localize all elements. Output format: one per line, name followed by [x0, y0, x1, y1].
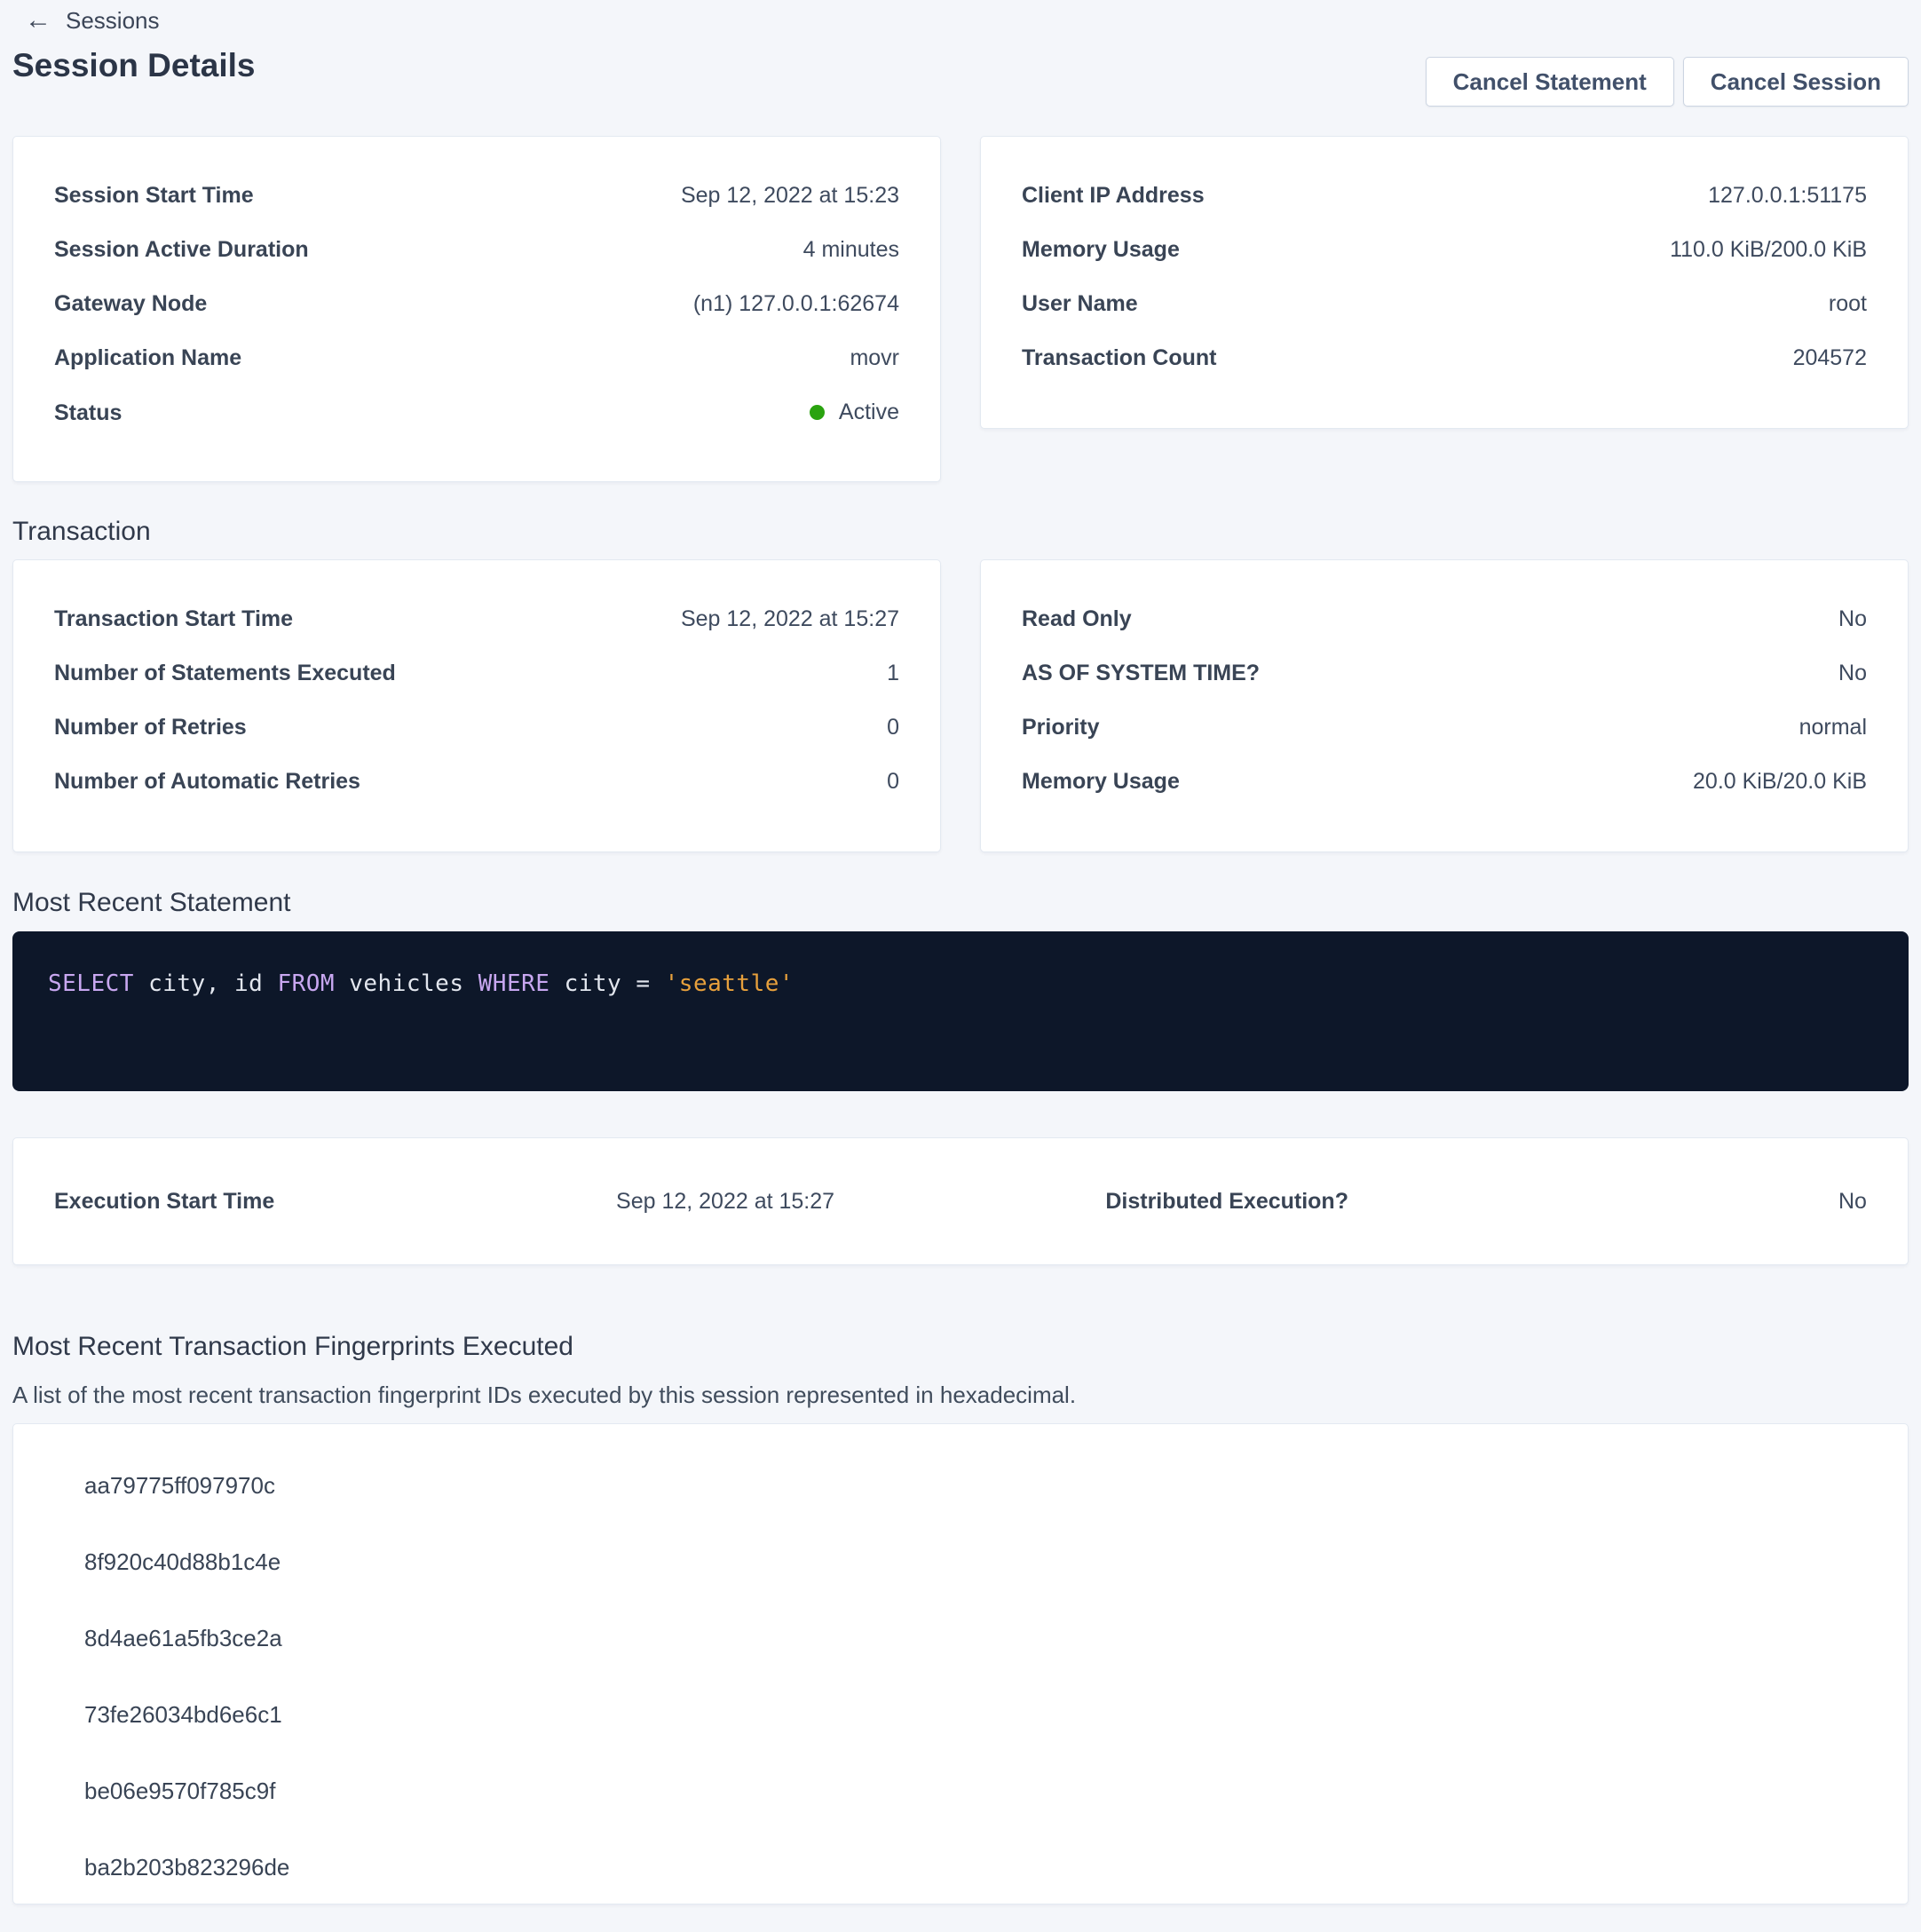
transaction-card-left: Transaction Start Time Sep 12, 2022 at 1…	[12, 559, 941, 852]
sql-statement-text: SELECT city, id FROM vehicles WHERE city…	[48, 969, 1873, 999]
sql-keyword: FROM	[277, 970, 335, 997]
summary-label: Session Start Time	[54, 183, 254, 209]
summary-label: Transaction Count	[1022, 345, 1216, 371]
summary-row: Status Active	[54, 400, 899, 426]
fingerprints-heading: Most Recent Transaction Fingerprints Exe…	[12, 1330, 1909, 1364]
summary-row: Number of Statements Executed 1	[54, 661, 899, 686]
fingerprint-row: aa79775ff097970c	[54, 1447, 1867, 1524]
summary-value: 127.0.0.1:51175	[1708, 183, 1867, 209]
execution-summary-card: Execution Start Time Sep 12, 2022 at 15:…	[12, 1137, 1909, 1265]
sql-text: vehicles	[335, 970, 478, 997]
session-summary-card-left: Session Start Time Sep 12, 2022 at 15:23…	[12, 136, 941, 482]
transaction-section-heading: Transaction	[12, 515, 1909, 549]
summary-row: Transaction Start Time Sep 12, 2022 at 1…	[54, 606, 899, 632]
summary-value: 204572	[1793, 345, 1867, 371]
status-badge: Active	[810, 400, 899, 425]
summary-row: Memory Usage 110.0 KiB/200.0 KiB	[1022, 237, 1867, 263]
summary-row: Priority normal	[1022, 715, 1867, 740]
summary-row: Session Active Duration 4 minutes	[54, 237, 899, 263]
fingerprints-card: aa79775ff097970c 8f920c40d88b1c4e 8d4ae6…	[12, 1423, 1909, 1904]
summary-value: 1	[887, 661, 899, 686]
summary-label: Transaction Start Time	[54, 606, 293, 632]
transaction-card-right: Read Only No AS OF SYSTEM TIME? No Prior…	[980, 559, 1909, 852]
summary-label: Number of Automatic Retries	[54, 769, 360, 795]
sql-string-literal: 'seattle'	[665, 970, 794, 997]
summary-value: Sep 12, 2022 at 15:23	[681, 183, 899, 209]
summary-value: No	[1838, 606, 1867, 632]
fingerprint-id: 8f920c40d88b1c4e	[84, 1548, 281, 1576]
sql-statement-box: SELECT city, id FROM vehicles WHERE city…	[12, 931, 1909, 1091]
fingerprint-id: aa79775ff097970c	[84, 1472, 275, 1500]
summary-label: User Name	[1022, 291, 1138, 317]
summary-label: Status	[54, 400, 122, 426]
summary-row: Number of Retries 0	[54, 715, 899, 740]
summary-label: Read Only	[1022, 606, 1132, 632]
header-actions: Cancel Statement Cancel Session	[1426, 57, 1909, 107]
back-arrow-icon: ←	[25, 7, 51, 34]
summary-label: Memory Usage	[1022, 237, 1180, 263]
fingerprint-row: 8f920c40d88b1c4e	[54, 1524, 1867, 1600]
cancel-statement-button[interactable]: Cancel Statement	[1426, 57, 1674, 107]
sql-text: city, id	[134, 970, 278, 997]
summary-row: User Name root	[1022, 291, 1867, 317]
distributed-execution-value: No	[1468, 1189, 1867, 1215]
summary-value: normal	[1799, 715, 1867, 740]
most-recent-statement-heading: Most Recent Statement	[12, 886, 1909, 920]
session-details-page: ← Sessions Session Details Cancel Statem…	[0, 0, 1921, 1932]
summary-row: Gateway Node (n1) 127.0.0.1:62674	[54, 291, 899, 317]
session-overview-cards: Session Start Time Sep 12, 2022 at 15:23…	[12, 136, 1909, 482]
summary-label: Session Active Duration	[54, 237, 309, 263]
summary-value: 20.0 KiB/20.0 KiB	[1693, 769, 1867, 795]
distributed-execution-label: Distributed Execution?	[1105, 1189, 1467, 1215]
execution-start-time-label: Execution Start Time	[54, 1189, 616, 1215]
gateway-node-link[interactable]: (n1) 127.0.0.1:62674	[693, 291, 899, 317]
summary-value: 4 minutes	[803, 237, 899, 263]
fingerprint-id: 73fe26034bd6e6c1	[84, 1701, 282, 1729]
status-value: Active	[839, 400, 899, 425]
summary-row: Client IP Address 127.0.0.1:51175	[1022, 183, 1867, 209]
summary-label: AS OF SYSTEM TIME?	[1022, 661, 1260, 686]
summary-label: Memory Usage	[1022, 769, 1180, 795]
summary-label: Client IP Address	[1022, 183, 1205, 209]
summary-row: Application Name movr	[54, 345, 899, 371]
summary-row: Memory Usage 20.0 KiB/20.0 KiB	[1022, 769, 1867, 795]
sql-text: city =	[549, 970, 664, 997]
summary-value: movr	[850, 345, 899, 371]
fingerprints-description: A list of the most recent transaction fi…	[12, 1381, 1909, 1410]
summary-label: Application Name	[54, 345, 241, 371]
summary-value: 0	[887, 715, 899, 740]
status-dot-icon	[810, 405, 825, 420]
page-title: Session Details	[12, 46, 256, 107]
sql-keyword: WHERE	[478, 970, 550, 997]
transaction-cards: Transaction Start Time Sep 12, 2022 at 1…	[12, 559, 1909, 852]
fingerprint-id: ba2b203b823296de	[84, 1854, 289, 1881]
summary-label: Gateway Node	[54, 291, 207, 317]
summary-label: Priority	[1022, 715, 1100, 740]
summary-value: 0	[887, 769, 899, 795]
execution-start-time-value: Sep 12, 2022 at 15:27	[616, 1189, 1105, 1215]
summary-value: Sep 12, 2022 at 15:27	[681, 606, 899, 632]
summary-value: 110.0 KiB/200.0 KiB	[1670, 237, 1867, 263]
summary-row: AS OF SYSTEM TIME? No	[1022, 661, 1867, 686]
fingerprint-id: 8d4ae61a5fb3ce2a	[84, 1625, 282, 1652]
cancel-session-button[interactable]: Cancel Session	[1683, 57, 1909, 107]
session-summary-card-right: Client IP Address 127.0.0.1:51175 Memory…	[980, 136, 1909, 429]
summary-value: root	[1829, 291, 1867, 317]
fingerprint-row: 73fe26034bd6e6c1	[54, 1676, 1867, 1753]
summary-value: No	[1838, 661, 1867, 686]
fingerprint-row: 8d4ae61a5fb3ce2a	[54, 1600, 1867, 1676]
summary-label: Number of Statements Executed	[54, 661, 396, 686]
fingerprint-row: be06e9570f785c9f	[54, 1753, 1867, 1829]
sql-keyword: SELECT	[48, 970, 134, 997]
summary-row: Transaction Count 204572	[1022, 345, 1867, 371]
summary-row: Read Only No	[1022, 606, 1867, 632]
page-header: Session Details Cancel Statement Cancel …	[12, 46, 1909, 107]
fingerprint-row: ba2b203b823296de	[54, 1829, 1867, 1905]
back-to-sessions-link[interactable]: ← Sessions	[12, 7, 160, 34]
summary-row: Session Start Time Sep 12, 2022 at 15:23	[54, 183, 899, 209]
summary-label: Number of Retries	[54, 715, 247, 740]
back-link-label: Sessions	[66, 7, 160, 34]
summary-row: Number of Automatic Retries 0	[54, 769, 899, 795]
fingerprint-id: be06e9570f785c9f	[84, 1778, 275, 1805]
